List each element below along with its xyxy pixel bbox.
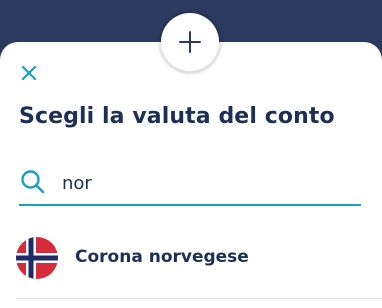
norway-flag-icon <box>16 237 58 279</box>
add-button[interactable] <box>161 13 219 71</box>
close-icon <box>21 65 37 81</box>
search-icon <box>21 170 45 194</box>
page-title: Scegli la valuta del conto <box>19 104 335 129</box>
search-field[interactable] <box>19 166 361 206</box>
divider <box>16 298 382 299</box>
search-input[interactable] <box>62 168 352 198</box>
plus-icon <box>179 31 201 53</box>
close-button[interactable] <box>17 61 41 85</box>
currency-option-label: Corona norvegese <box>75 247 249 267</box>
currency-option-nok[interactable]: Corona norvegese <box>0 226 382 290</box>
